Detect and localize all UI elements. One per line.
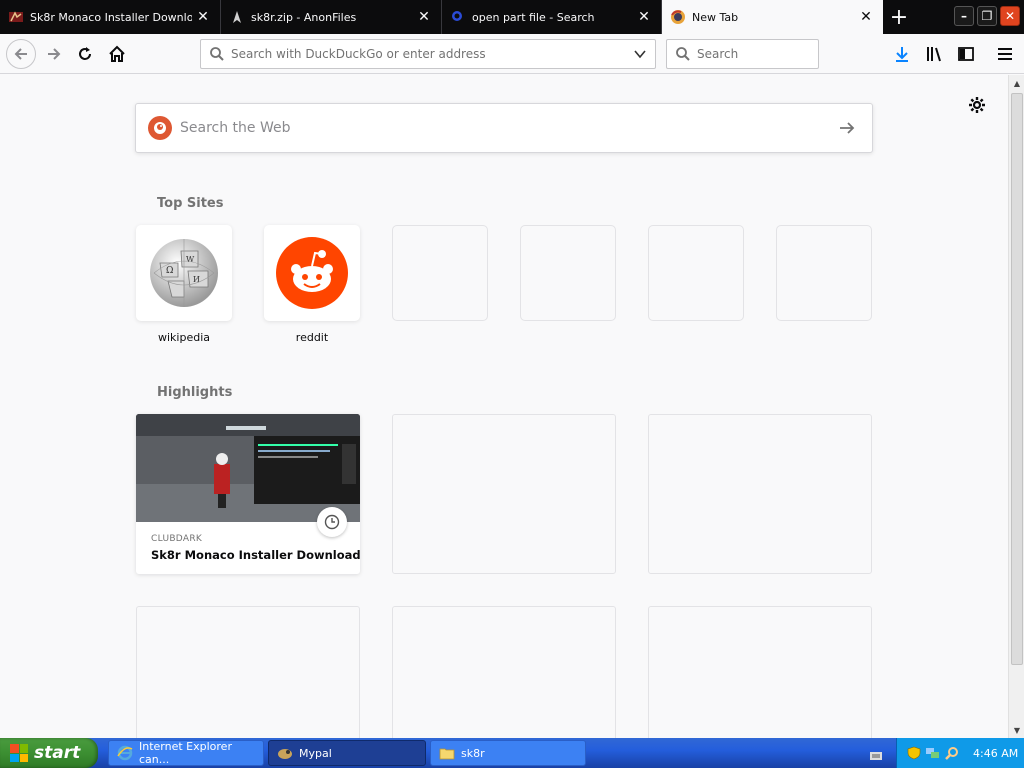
close-tab-icon[interactable]: ✕ <box>192 6 214 28</box>
chevron-down-icon[interactable] <box>633 47 647 61</box>
top-site-placeholder <box>520 225 616 321</box>
top-site-reddit[interactable] <box>264 225 360 321</box>
start-label: start <box>34 743 81 763</box>
scroll-up-icon[interactable]: ▲ <box>1009 75 1024 91</box>
top-sites-heading: Top Sites <box>157 196 224 211</box>
new-tab-button[interactable]: + <box>886 4 912 30</box>
sidebar-icon <box>958 47 974 61</box>
library-icon <box>927 47 941 62</box>
close-tab-icon[interactable]: ✕ <box>413 6 435 28</box>
url-bar[interactable] <box>200 39 656 69</box>
highlight-source: CLUBDARK <box>151 534 203 544</box>
start-button[interactable]: start <box>0 738 98 768</box>
mypal-icon <box>277 745 293 761</box>
reddit-alien-icon <box>276 237 348 309</box>
close-window-button[interactable]: ✕ <box>1000 6 1020 26</box>
forward-button[interactable] <box>40 40 68 68</box>
highlight-title: Sk8r Monaco Installer Download... <box>151 548 360 562</box>
system-tray: 4:46 AM <box>896 738 1024 768</box>
download-icon <box>896 47 908 62</box>
tab-sk8r-monaco[interactable]: Sk8r Monaco Installer Download ✕ <box>0 0 221 34</box>
folder-icon <box>439 745 455 761</box>
svg-text:W: W <box>186 255 195 264</box>
tab-anonfiles[interactable]: sk8r.zip - AnonFiles ✕ <box>221 0 442 34</box>
forward-arrow-icon <box>48 48 61 60</box>
tab-new-tab[interactable]: New Tab ✕ <box>662 0 883 34</box>
anonfiles-icon <box>229 9 245 25</box>
vertical-scrollbar[interactable]: ▲ ▼ <box>1008 75 1024 738</box>
search-engine-icon <box>450 9 466 25</box>
gear-icon[interactable] <box>966 94 988 116</box>
search-input[interactable] <box>697 47 818 61</box>
reload-icon <box>79 47 91 60</box>
reload-button[interactable] <box>71 40 99 68</box>
downloads-button[interactable] <box>890 42 914 66</box>
highlights-heading: Highlights <box>157 385 233 400</box>
highlight-placeholder <box>392 414 616 574</box>
search-icon <box>209 46 225 62</box>
clock-text: 4:46 AM <box>973 746 1019 760</box>
taskbar-item-label: sk8r <box>461 746 485 760</box>
windows-taskbar: start Internet Explorer can... Mypal sk8… <box>0 738 1024 768</box>
scroll-down-icon[interactable]: ▼ <box>1009 722 1024 738</box>
url-input[interactable] <box>231 47 633 61</box>
clock-icon <box>317 507 347 537</box>
arrow-right-icon[interactable] <box>838 119 856 137</box>
top-site-wikipedia[interactable]: Ω W И <box>136 225 232 321</box>
back-arrow-icon <box>14 48 27 60</box>
tab-title: open part file - Search <box>472 10 595 24</box>
top-site-label: reddit <box>295 331 329 344</box>
taskbar-item-folder[interactable]: sk8r <box>430 740 586 766</box>
keyboard-icon[interactable] <box>870 747 882 760</box>
top-site-placeholder <box>648 225 744 321</box>
library-button[interactable] <box>922 42 946 66</box>
home-button[interactable] <box>103 40 131 68</box>
close-tab-icon[interactable]: ✕ <box>633 6 655 28</box>
sidebar-button[interactable] <box>954 42 978 66</box>
web-search-input[interactable] <box>180 120 838 136</box>
taskbar-item-label: Mypal <box>299 746 332 760</box>
web-search-box[interactable] <box>135 103 873 153</box>
highlight-placeholder <box>648 414 872 574</box>
back-button[interactable] <box>6 39 36 69</box>
maximize-button[interactable]: ❐ <box>977 6 997 26</box>
navigation-toolbar <box>0 34 1024 74</box>
windows-logo-icon <box>10 744 28 762</box>
security-shield-icon[interactable] <box>907 746 921 760</box>
tab-title: New Tab <box>692 10 739 24</box>
search-tray-icon[interactable] <box>945 746 959 760</box>
wikipedia-globe-icon: Ω W И <box>150 239 218 307</box>
tab-strip: Sk8r Monaco Installer Download ✕ sk8r.zi… <box>0 0 1024 34</box>
browser-window: Sk8r Monaco Installer Download ✕ sk8r.zi… <box>0 0 1024 768</box>
close-tab-icon[interactable]: ✕ <box>855 6 877 28</box>
taskbar-item-mypal[interactable]: Mypal <box>268 740 426 766</box>
new-tab-page: Top Sites Ω W И wikipedia <box>0 75 1008 766</box>
highlight-card[interactable]: CLUBDARK Sk8r Monaco Installer Download.… <box>136 414 360 574</box>
home-icon <box>109 45 125 62</box>
highlight-thumbnail <box>136 414 360 522</box>
hamburger-menu-icon <box>998 48 1012 60</box>
firefox-icon <box>670 9 686 25</box>
tab-search[interactable]: open part file - Search ✕ <box>442 0 662 34</box>
top-site-placeholder <box>392 225 488 321</box>
network-icon[interactable] <box>925 746 941 760</box>
internet-explorer-icon <box>117 745 133 761</box>
minimize-button[interactable]: – <box>954 6 974 26</box>
menu-button[interactable] <box>993 42 1017 66</box>
search-icon <box>675 46 691 62</box>
top-site-placeholder <box>776 225 872 321</box>
search-bar[interactable] <box>666 39 819 69</box>
skater-icon <box>8 9 24 25</box>
taskbar-item-internet-explorer[interactable]: Internet Explorer can... <box>108 740 264 766</box>
svg-text:Ω: Ω <box>166 266 173 276</box>
tab-title: Sk8r Monaco Installer Download <box>30 10 192 24</box>
duckduckgo-icon <box>148 116 172 140</box>
scroll-thumb[interactable] <box>1011 93 1023 665</box>
tab-title: sk8r.zip - AnonFiles <box>251 10 357 24</box>
taskbar-item-label: Internet Explorer can... <box>139 740 232 766</box>
top-site-label: wikipedia <box>157 331 210 344</box>
